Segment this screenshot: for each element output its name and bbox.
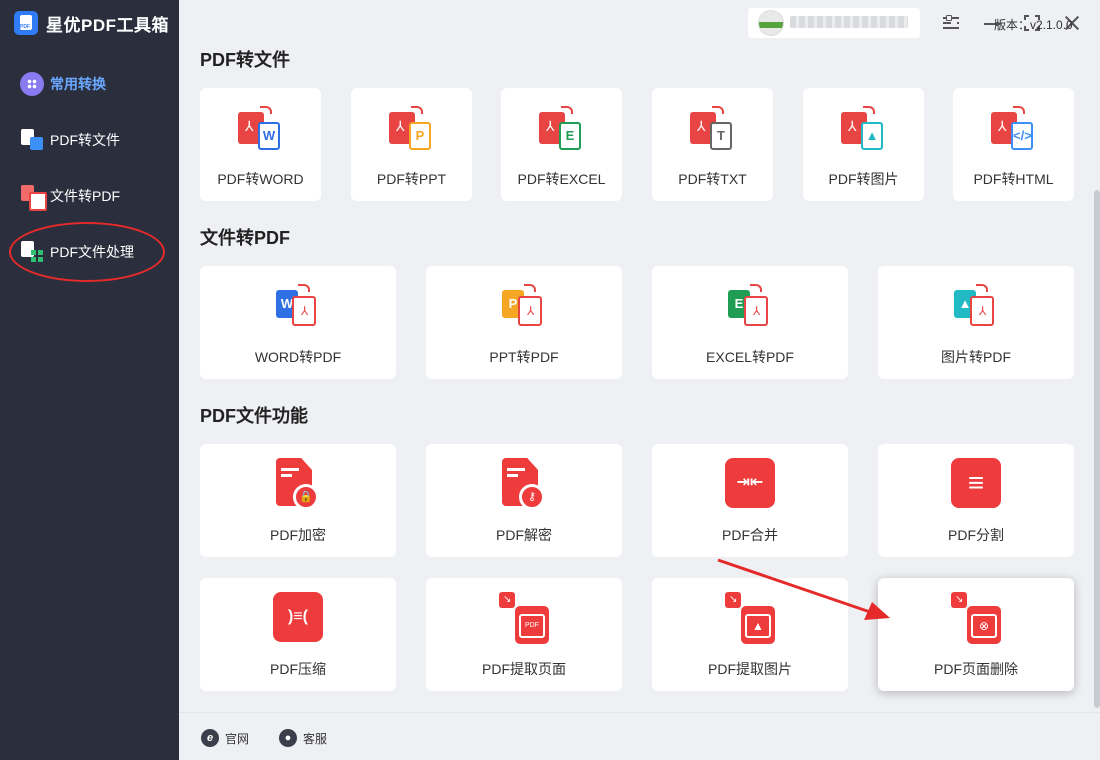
card-label: PDF转WORD — [217, 171, 304, 187]
card-pdf-to-file[interactable]: P PDF转PPT — [351, 88, 472, 201]
card-file-to-pdf[interactable]: P PPT转PDF — [426, 266, 622, 379]
convert-icon: E — [539, 106, 585, 150]
sidebar-item-label: 常用转换 — [50, 76, 106, 92]
user-name-blurred — [790, 16, 908, 28]
sidebar-item-file-to-pdf[interactable]: 文件转PDF — [20, 183, 120, 211]
card-pdf-function[interactable]: ↘ ▲ PDF提取图片 — [652, 578, 848, 691]
support-label: 客服 — [303, 731, 328, 746]
card-pdf-to-file[interactable]: T PDF转TXT — [652, 88, 773, 201]
support-link[interactable]: ● 客服 — [279, 729, 327, 747]
feature-icon: ⚷ — [499, 458, 551, 510]
card-label: PDF加密 — [270, 527, 326, 543]
card-pdf-function[interactable]: )≡( PDF压缩 — [200, 578, 396, 691]
sidebar-item-label: 文件转PDF — [50, 188, 120, 204]
sidebar-item-label: PDF转文件 — [50, 132, 120, 148]
card-pdf-function[interactable]: ⚷ PDF解密 — [426, 444, 622, 557]
card-pdf-function[interactable]: ≡ PDF分割 — [878, 444, 1074, 557]
section-title-pdf-functions: PDF文件功能 — [200, 406, 308, 426]
chat-bubble-icon: ● — [279, 729, 297, 747]
feature-icon: 🔒 — [273, 458, 325, 510]
avatar — [758, 10, 784, 36]
card-label: PDF压缩 — [270, 661, 326, 677]
card-label: WORD转PDF — [254, 349, 342, 365]
card-file-to-pdf[interactable]: W WORD转PDF — [200, 266, 396, 379]
card-label: PDF分割 — [948, 527, 1004, 543]
app-name: 星优PDF工具箱 — [46, 15, 169, 35]
pdf-to-file-icon — [20, 128, 44, 152]
section-title-pdf-to-file: PDF转文件 — [200, 50, 290, 70]
convert-icon: ▲ — [841, 106, 887, 150]
convert-icon: P — [502, 284, 548, 328]
feature-icon: ↘ ▲ — [725, 592, 777, 644]
card-pdf-to-file[interactable]: </> PDF转HTML — [953, 88, 1074, 201]
convert-icon: </> — [991, 106, 1037, 150]
convert-icon: P — [389, 106, 435, 150]
footer: e 官网 ● 客服 — [179, 712, 1100, 760]
card-file-to-pdf[interactable]: ▲ 图片转PDF — [878, 266, 1074, 379]
card-label: PDF转PPT — [376, 171, 447, 187]
feature-icon: ↘ PDF — [499, 592, 551, 644]
card-label: 图片转PDF — [941, 349, 1011, 365]
convert-icon: W — [238, 106, 284, 150]
user-account[interactable] — [748, 8, 920, 38]
version-label: 版本：v2.1.0.0 — [994, 18, 1073, 32]
card-label: PDF解密 — [496, 527, 552, 543]
convert-icon: ▲ — [954, 284, 1000, 328]
sidebar-item-common-convert[interactable]: 常用转换 — [20, 71, 106, 97]
card-pdf-function[interactable]: ↘ ⊗ PDF页面删除 — [878, 578, 1074, 691]
card-pdf-to-file[interactable]: ▲ PDF转图片 — [803, 88, 924, 201]
card-label: PDF转图片 — [828, 171, 899, 187]
card-file-to-pdf[interactable]: E EXCEL转PDF — [652, 266, 848, 379]
convert-icon: W — [276, 284, 322, 328]
convert-icon: E — [728, 284, 774, 328]
feature-icon: ↘ ⊗ — [951, 592, 1003, 644]
card-label: EXCEL转PDF — [706, 349, 794, 365]
file-to-pdf-icon — [20, 184, 47, 211]
card-label: PDF转EXCEL — [517, 171, 606, 187]
feature-icon: ≡ — [951, 458, 1003, 510]
feature-icon: )≡( — [273, 592, 325, 644]
website-link[interactable]: e 官网 — [201, 729, 249, 747]
card-pdf-to-file[interactable]: E PDF转EXCEL — [501, 88, 622, 201]
card-pdf-to-file[interactable]: W PDF转WORD — [200, 88, 321, 201]
common-convert-icon — [20, 72, 44, 96]
card-pdf-function[interactable]: 🔒 PDF加密 — [200, 444, 396, 557]
card-label: PDF提取页面 — [482, 661, 566, 677]
app-title: 星优PDF工具箱 — [14, 9, 169, 37]
card-label: PDF转TXT — [678, 171, 747, 187]
sidebar-item-pdf-to-file[interactable]: PDF转文件 — [20, 127, 120, 153]
browser-icon: e — [201, 729, 219, 747]
website-label: 官网 — [225, 731, 250, 746]
card-label: PDF合并 — [722, 527, 778, 543]
card-pdf-function[interactable]: ↘ PDF PDF提取页面 — [426, 578, 622, 691]
card-label: PPT转PDF — [489, 349, 559, 365]
annotation-highlight-ring — [9, 222, 165, 282]
convert-icon: T — [690, 106, 736, 150]
section-title-file-to-pdf: 文件转PDF — [200, 228, 290, 248]
settings-icon[interactable] — [940, 12, 962, 34]
card-label: PDF转HTML — [973, 171, 1054, 187]
scrollbar-thumb[interactable] — [1094, 190, 1100, 708]
app-logo-icon — [14, 11, 38, 35]
sidebar: 星优PDF工具箱 常用转换 PDF转文件 文件转PDF PDF文件处理 — [0, 0, 179, 760]
card-label: PDF提取图片 — [708, 661, 792, 677]
card-label: PDF页面删除 — [934, 661, 1018, 677]
card-pdf-function[interactable]: ⇥⇤ PDF合并 — [652, 444, 848, 557]
feature-icon: ⇥⇤ — [725, 458, 777, 510]
